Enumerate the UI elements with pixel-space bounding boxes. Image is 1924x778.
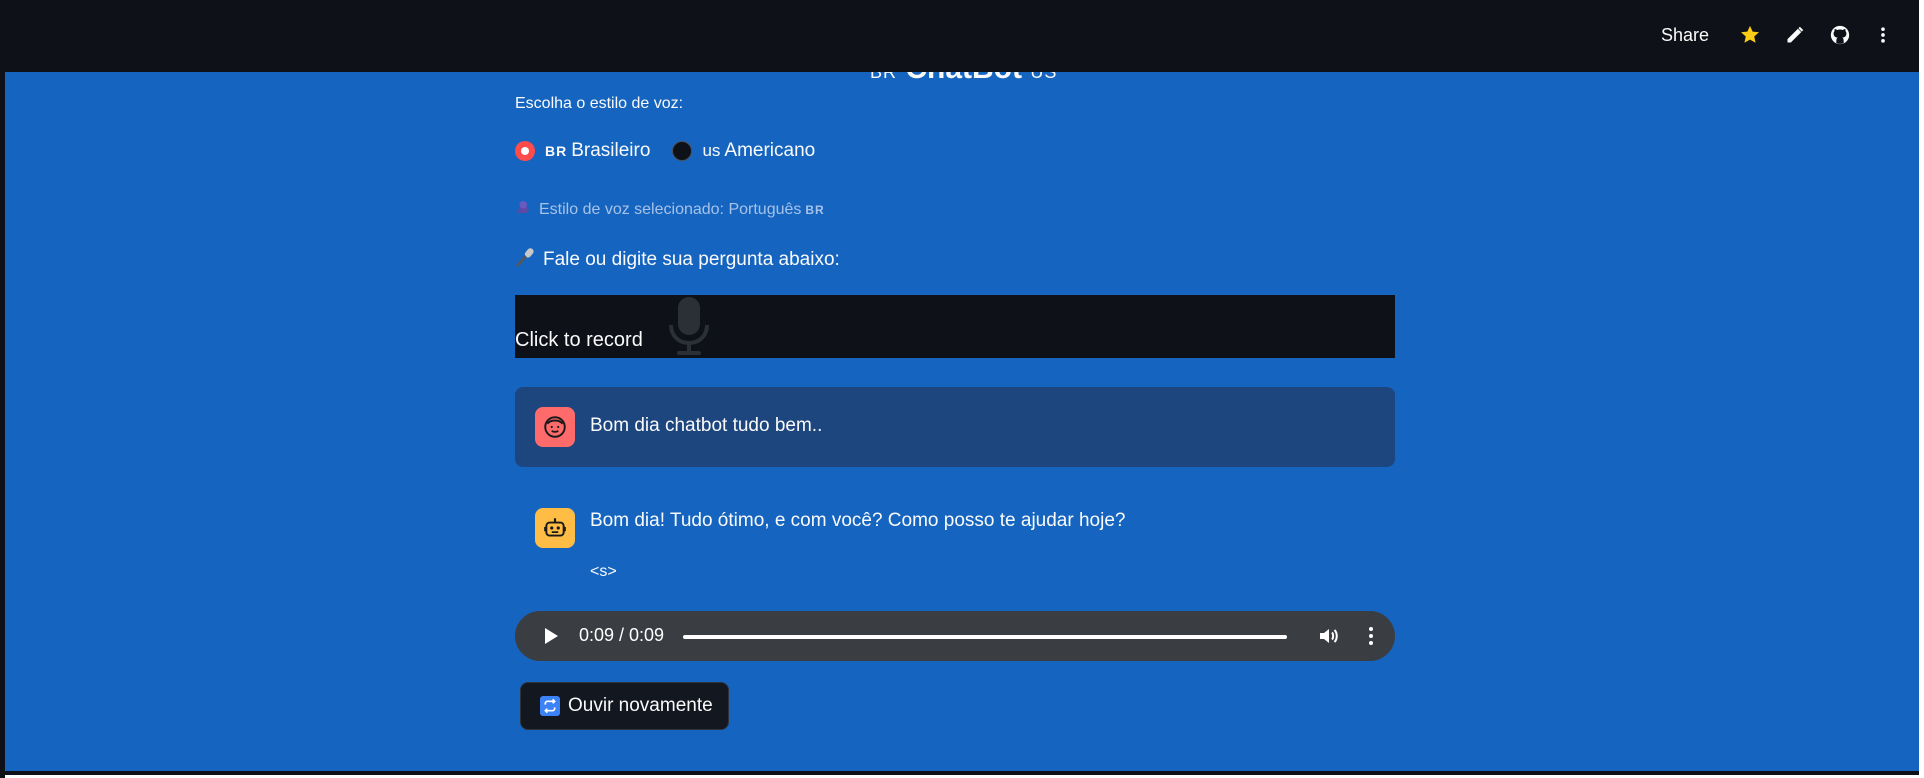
user-chat-message: Bom dia chatbot tudo bem.. (515, 387, 1395, 467)
audio-more-icon[interactable] (1359, 624, 1383, 653)
record-label[interactable]: Click to record (515, 329, 643, 352)
selected-voice-flag: BR (805, 202, 825, 217)
play-icon[interactable] (541, 625, 561, 652)
radio-selected-indicator (515, 141, 535, 161)
pencil-icon[interactable] (1781, 21, 1809, 49)
top-header: Share (5, 0, 1919, 72)
screen: BR ChatBot US Share Escolha o estilo de … (0, 0, 1924, 778)
speak-prompt-text: Fale ou digite sua pergunta abaixo: (543, 249, 840, 270)
voice-style-label: Escolha o estilo de voz: (515, 95, 684, 112)
github-icon[interactable] (1826, 21, 1854, 49)
speaking-head-icon (515, 198, 533, 221)
speak-prompt: Fale ou digite sua pergunta abaixo: (515, 246, 1395, 274)
user-avatar-icon (535, 407, 575, 447)
radio-brasileiro[interactable]: BR Brasileiro (515, 140, 650, 162)
selected-voice-info: Estilo de voz selecionado: Português BR (515, 198, 1395, 221)
voice-radio-group: BR Brasileiro us Americano (515, 136, 1395, 166)
audio-progress-track[interactable] (683, 635, 1287, 639)
bot-message-extra: <s> (590, 563, 617, 580)
radio-unselected-indicator (672, 141, 693, 161)
more-vertical-icon[interactable] (1869, 21, 1897, 49)
microphone-emoji-icon (515, 246, 537, 274)
audio-time: 0:09 / 0:09 (579, 625, 665, 645)
audio-recorder[interactable]: Click to record (515, 295, 1395, 358)
radio-label-brasileiro: Brasileiro (571, 140, 651, 161)
volume-icon[interactable] (1317, 624, 1341, 653)
microphone-icon[interactable] (666, 295, 712, 363)
flag-us: us (702, 141, 721, 160)
radio-americano[interactable]: us Americano (672, 140, 815, 162)
share-button[interactable]: Share (1661, 22, 1709, 48)
bot-message-text: Bom dia! Tudo ótimo, e com você? Como po… (590, 510, 1126, 531)
replay-label: Ouvir novamente (568, 695, 713, 716)
window-bottom-border (5, 771, 1919, 775)
replay-button[interactable]: Ouvir novamente (520, 682, 729, 730)
app-main: BR ChatBot US Share Escolha o estilo de … (5, 0, 1919, 771)
audio-player: 0:09 / 0:09 (515, 611, 1395, 661)
star-icon[interactable] (1736, 21, 1764, 49)
selected-voice-text: Estilo de voz selecionado: Português (539, 200, 802, 218)
flag-br: BR (545, 143, 568, 159)
radio-label-americano: Americano (724, 140, 816, 161)
repeat-icon (540, 696, 560, 716)
bot-avatar-icon (535, 508, 575, 548)
user-message-text: Bom dia chatbot tudo bem.. (590, 415, 823, 436)
